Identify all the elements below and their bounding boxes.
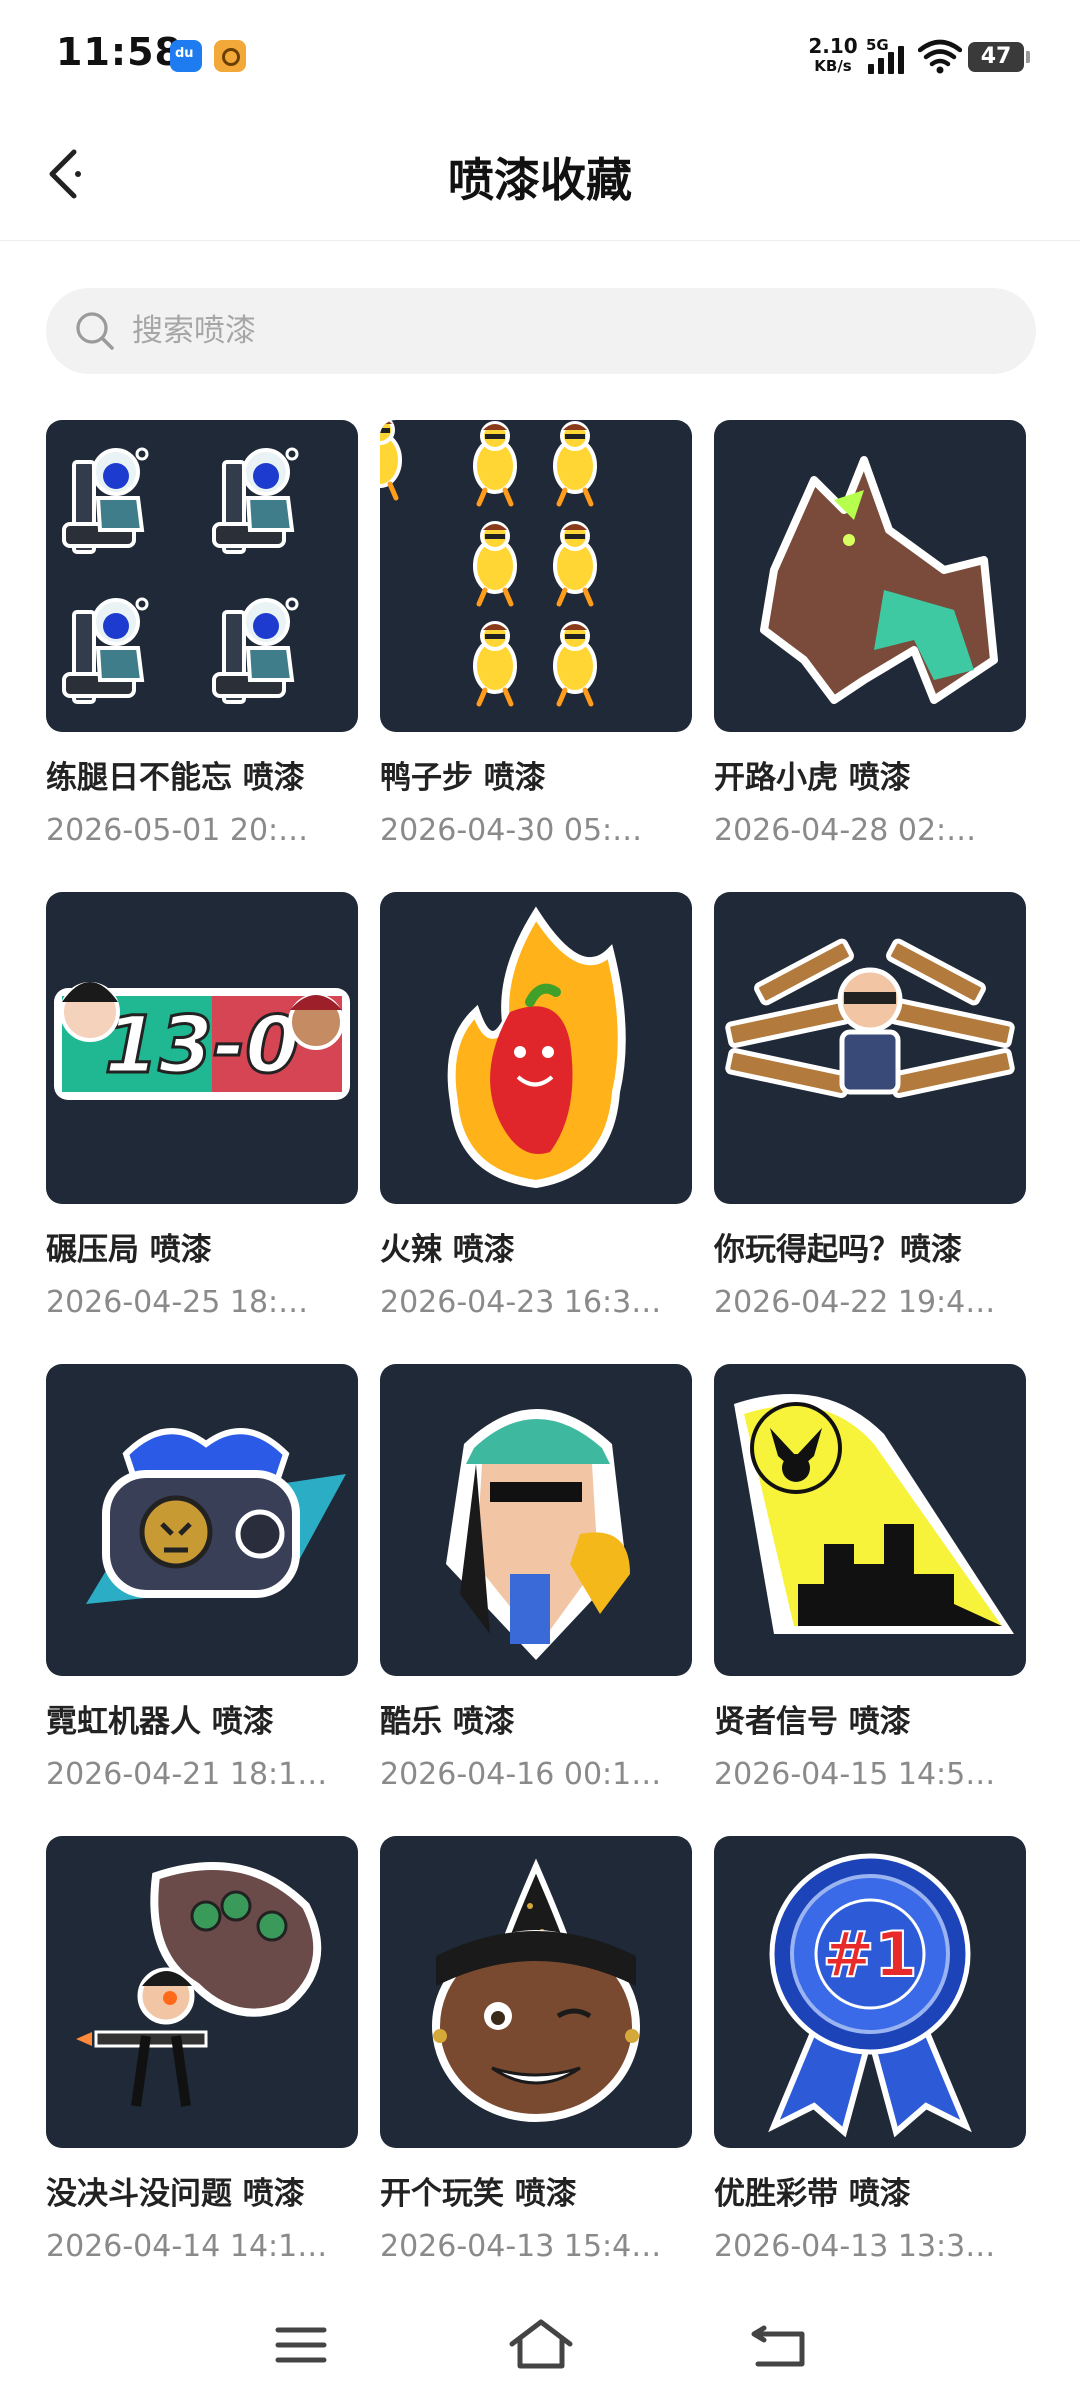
spray-title: 碾压局 喷漆 bbox=[46, 1232, 212, 1268]
spray-date: 2026-04-14 14:1… bbox=[46, 2229, 328, 2264]
spray-card[interactable]: 鸭子步 喷漆 2026-04-30 05:… bbox=[380, 420, 692, 848]
spray-date: 2026-04-16 00:1… bbox=[380, 1757, 662, 1792]
leg-day-spray-image bbox=[62, 447, 299, 704]
network-speed: 2.10 KB/s bbox=[808, 36, 858, 76]
winner-ribbon-spray-image: #1 bbox=[768, 1853, 972, 2138]
spray-title: 优胜彩带 喷漆 bbox=[714, 2176, 911, 2212]
spray-thumbnail[interactable] bbox=[714, 420, 1026, 732]
hot-pepper-spray-image bbox=[447, 906, 626, 1189]
spray-title: 霓虹机器人 喷漆 bbox=[46, 1704, 274, 1740]
spray-thumbnail[interactable]: #1 bbox=[714, 1836, 1026, 2148]
menu-icon[interactable] bbox=[256, 2310, 346, 2380]
battery-icon: 47 bbox=[968, 42, 1030, 72]
spray-card[interactable]: 13-0 碾压局 喷漆 2026-04-25 18:… bbox=[46, 892, 358, 1320]
spray-card[interactable]: 你玩得起吗？喷漆 2026-04-22 19:4… bbox=[714, 892, 1026, 1320]
spray-date: 2026-04-21 18:1… bbox=[46, 1757, 328, 1792]
spray-date: 2026-04-28 02:… bbox=[714, 813, 977, 848]
search-icon bbox=[76, 312, 114, 350]
spray-card[interactable]: #1 优胜彩带 喷漆 2026-04-13 13:3… bbox=[714, 1836, 1026, 2264]
spray-thumbnail[interactable] bbox=[380, 892, 692, 1204]
no-duel-spray-image bbox=[76, 1862, 322, 2107]
spray-date: 2026-04-23 16:3… bbox=[380, 1285, 662, 1320]
spray-date: 2026-05-01 20:… bbox=[46, 813, 309, 848]
spray-title: 你玩得起吗？喷漆 bbox=[714, 1232, 962, 1268]
spray-title: 开路小虎 喷漆 bbox=[714, 760, 911, 796]
spray-title: 开个玩笑 喷漆 bbox=[380, 2176, 577, 2212]
baidu-app-icon bbox=[170, 40, 202, 72]
just-kidding-spray-image bbox=[432, 1858, 640, 2122]
status-time: 11:58 bbox=[56, 30, 182, 74]
tiger-spray-image bbox=[760, 456, 998, 704]
spray-thumbnail[interactable] bbox=[714, 1364, 1026, 1676]
spray-date: 2026-04-15 14:5… bbox=[714, 1757, 996, 1792]
network-type: 5G bbox=[866, 36, 889, 54]
spray-card[interactable]: 开个玩笑 喷漆 2026-04-13 15:4… bbox=[380, 1836, 692, 2264]
spray-date: 2026-04-30 05:… bbox=[380, 813, 643, 848]
cellular-signal-icon: 5G bbox=[866, 36, 910, 74]
spray-card[interactable]: 酷乐 喷漆 2026-04-16 00:1… bbox=[380, 1364, 692, 1792]
spray-date: 2026-04-25 18:… bbox=[46, 1285, 309, 1320]
spray-date: 2026-04-13 13:3… bbox=[714, 2229, 996, 2264]
page-title: 喷漆收藏 bbox=[448, 153, 632, 207]
spray-card[interactable]: 贤者信号 喷漆 2026-04-15 14:5… bbox=[714, 1364, 1026, 1792]
network-speed-value: 2.10 bbox=[808, 34, 858, 58]
back-icon[interactable] bbox=[736, 2310, 826, 2380]
cool-spray-image bbox=[446, 1409, 630, 1660]
home-icon[interactable] bbox=[496, 2310, 586, 2380]
spray-card[interactable]: 火辣 喷漆 2026-04-23 16:3… bbox=[380, 892, 692, 1320]
network-speed-unit: KB/s bbox=[814, 57, 852, 75]
spray-title: 没决斗没问题 喷漆 bbox=[46, 2176, 305, 2212]
spray-title: 火辣 喷漆 bbox=[380, 1232, 515, 1268]
spray-thumbnail[interactable] bbox=[46, 1836, 358, 2148]
system-nav-bar bbox=[0, 2290, 1080, 2400]
spray-title: 酷乐 喷漆 bbox=[380, 1704, 515, 1740]
wifi-icon bbox=[918, 39, 962, 74]
spray-thumbnail[interactable] bbox=[380, 1836, 692, 2148]
spray-thumbnail[interactable]: 13-0 bbox=[46, 892, 358, 1204]
search-bar[interactable] bbox=[46, 288, 1036, 374]
target-app-icon bbox=[214, 40, 246, 72]
status-bar: 11:58 2.10 KB/s 5G 47 bbox=[0, 0, 1080, 110]
spray-card[interactable]: 霓虹机器人 喷漆 2026-04-21 18:1… bbox=[46, 1364, 358, 1792]
score-text: 13-0 bbox=[104, 1001, 299, 1091]
spray-title: 练腿日不能忘 喷漆 bbox=[46, 760, 305, 796]
neon-robot-spray-image bbox=[86, 1428, 346, 1604]
duck-walk-spray-image bbox=[380, 420, 692, 732]
spray-thumbnail[interactable] bbox=[46, 420, 358, 732]
stomp-spray-image: 13-0 bbox=[54, 982, 350, 1100]
spray-date: 2026-04-22 19:4… bbox=[714, 1285, 996, 1320]
guns-spray-image bbox=[725, 938, 1015, 1098]
spray-thumbnail[interactable] bbox=[46, 1364, 358, 1676]
search-input[interactable] bbox=[132, 288, 992, 374]
spray-thumbnail[interactable] bbox=[380, 1364, 692, 1676]
ribbon-text: #1 bbox=[822, 1918, 917, 1991]
spray-card[interactable]: 练腿日不能忘 喷漆 2026-05-01 20:… bbox=[46, 420, 358, 848]
spray-thumbnail[interactable] bbox=[714, 892, 1026, 1204]
spray-date: 2026-04-13 15:4… bbox=[380, 2229, 662, 2264]
spray-title: 鸭子步 喷漆 bbox=[380, 760, 546, 796]
spray-thumbnail[interactable] bbox=[380, 420, 692, 732]
app-header: 喷漆收藏 bbox=[0, 110, 1080, 241]
spray-title: 贤者信号 喷漆 bbox=[714, 1704, 911, 1740]
spray-card[interactable]: 开路小虎 喷漆 2026-04-28 02:… bbox=[714, 420, 1026, 848]
spray-card[interactable]: 没决斗没问题 喷漆 2026-04-14 14:1… bbox=[46, 1836, 358, 2264]
sage-signal-spray-image bbox=[734, 1394, 1014, 1634]
